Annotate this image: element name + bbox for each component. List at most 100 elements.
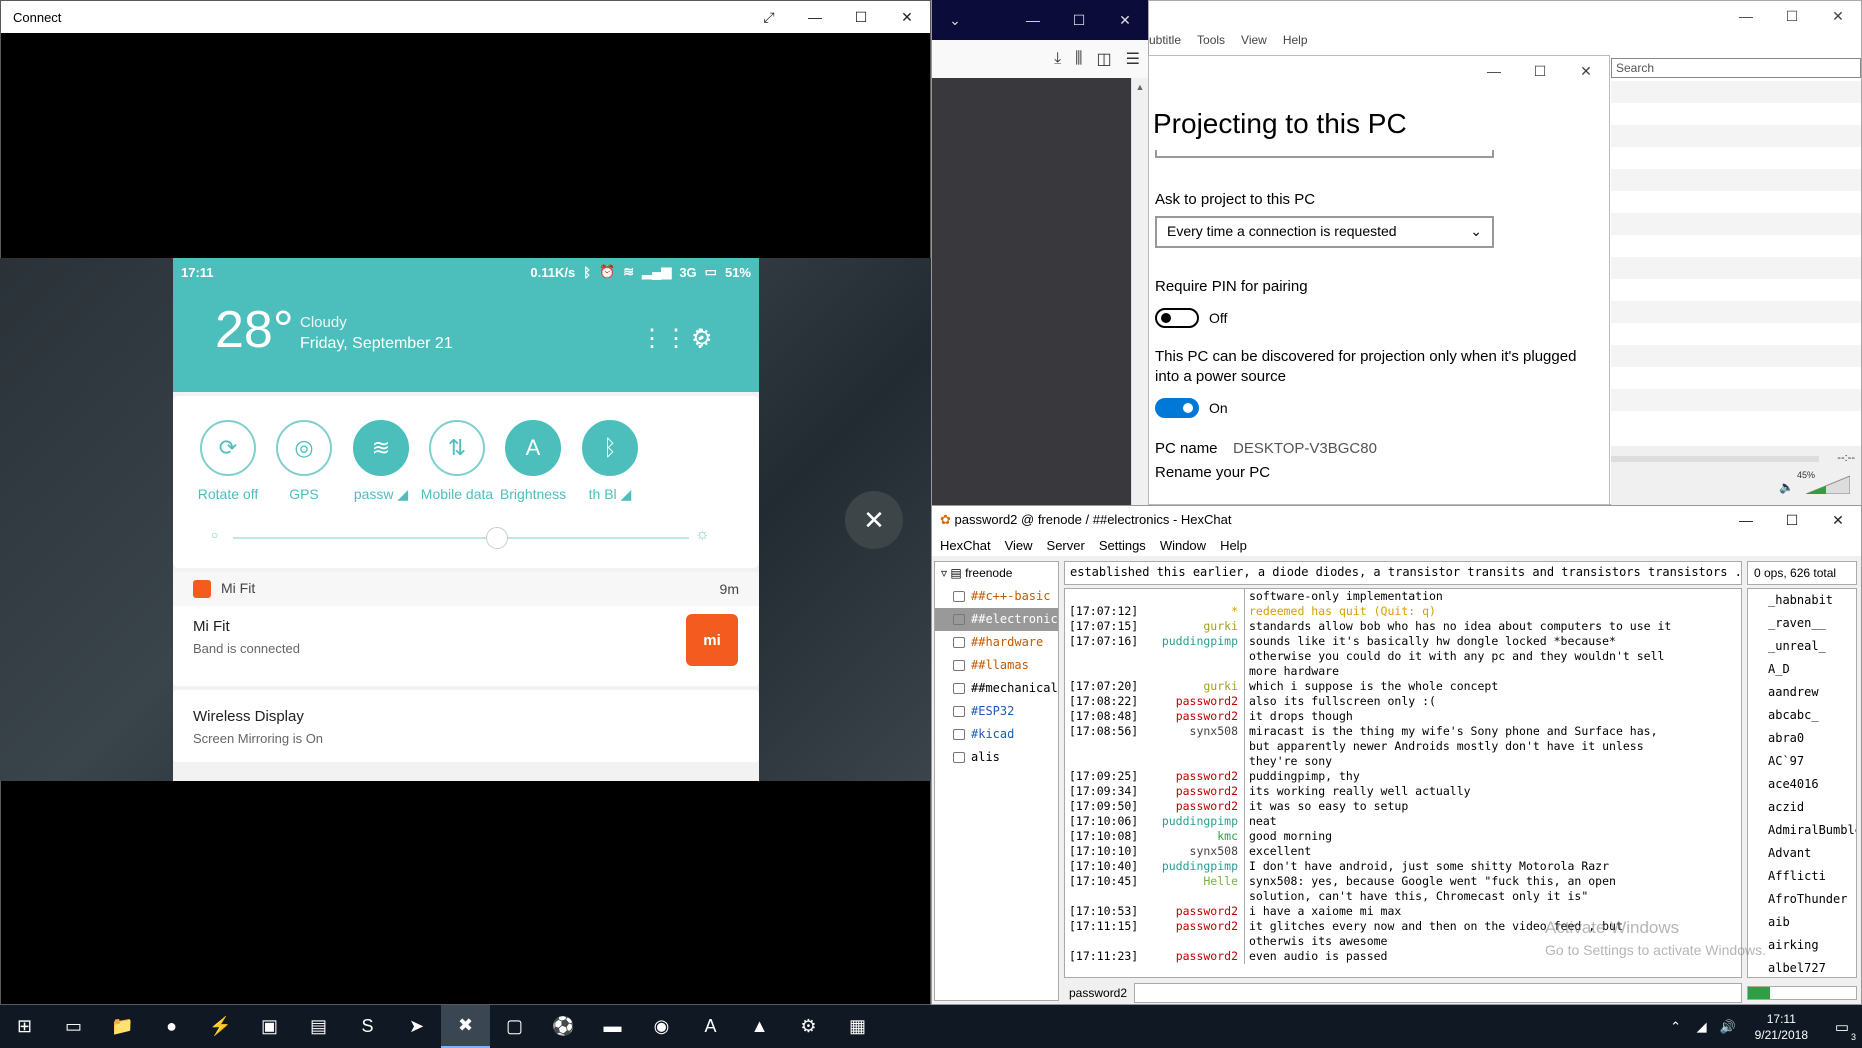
user-item[interactable]: abcabc_ (1748, 704, 1856, 727)
chat-nick[interactable] (1135, 589, 1245, 604)
sketch-icon[interactable]: ⚡ (196, 1005, 245, 1048)
user-item[interactable]: _unreal_ (1748, 635, 1856, 658)
vlc-icon[interactable]: ▲ (735, 1005, 784, 1048)
user-item[interactable]: _habnabit (1748, 589, 1856, 612)
cmd-icon[interactable]: ▬ (588, 1005, 637, 1048)
gear-icon[interactable]: ⚙ (691, 324, 713, 353)
clock[interactable]: 17:11 9/21/2018 (1741, 1011, 1822, 1043)
notification-center-icon[interactable]: ▭ 3 (1822, 1005, 1862, 1048)
remote-desktop-icon[interactable]: ▦ (833, 1005, 882, 1048)
chat-nick[interactable]: Helle (1135, 874, 1245, 889)
connect-app-icon[interactable]: ✖ (441, 1005, 490, 1048)
brightness-slider-track[interactable] (233, 537, 689, 539)
telegram-icon[interactable]: ➤ (392, 1005, 441, 1048)
maximize-button[interactable]: ☐ (838, 1, 884, 33)
channel-item[interactable]: ##llamas (935, 654, 1058, 677)
firefox-icon[interactable]: ● (147, 1005, 196, 1048)
windows-start-icon[interactable]: ⊞ (0, 1005, 49, 1048)
volume-icon[interactable]: 🔊 (1715, 1005, 1741, 1048)
channel-item[interactable]: #kicad (935, 723, 1058, 746)
settings-icon[interactable]: ⚙ (784, 1005, 833, 1048)
expand-icon[interactable]: ⤢ (746, 1, 792, 33)
chat-nick[interactable]: password2 (1135, 784, 1245, 799)
user-item[interactable]: _raven__ (1748, 612, 1856, 635)
playlist-row[interactable] (1611, 147, 1861, 169)
close-button[interactable]: ✕ (884, 1, 930, 33)
ask-dropdown[interactable]: Every time a connection is requested ⌄ (1155, 216, 1494, 248)
playlist-row[interactable] (1611, 257, 1861, 279)
hexchat-menu-item[interactable]: Server (1047, 538, 1085, 553)
archive-icon[interactable]: ▤ (294, 1005, 343, 1048)
phone-screen[interactable]: 17:11 0.11K/s ᛒ ⏰ ≋ ▂▄▆ 3G ▭ 51% 28° Clo… (173, 258, 759, 781)
chat-nick[interactable]: password2 (1135, 769, 1245, 784)
channel-item[interactable]: alis (935, 746, 1058, 769)
chat-nick[interactable]: kmc (1135, 829, 1245, 844)
playlist-row[interactable] (1611, 389, 1861, 411)
channel-item[interactable]: #ESP32 (935, 700, 1058, 723)
task-view-icon[interactable]: ▭ (49, 1005, 98, 1048)
user-item[interactable]: Advant (1748, 842, 1856, 865)
hexchat-menu-item[interactable]: Settings (1099, 538, 1146, 553)
player-menu-item[interactable]: Tools (1197, 33, 1225, 53)
seek-bar[interactable] (1611, 456, 1819, 462)
chat-nick[interactable]: password2 (1135, 949, 1245, 964)
maximize-button[interactable]: ☐ (1517, 56, 1563, 86)
hexchat-menu-item[interactable]: Help (1220, 538, 1247, 553)
library-icon[interactable]: ⫼ (1075, 50, 1082, 68)
chat-nick[interactable] (1135, 649, 1245, 664)
server-node[interactable]: ▿ ▤ freenode (935, 562, 1058, 585)
pin-toggle[interactable] (1155, 308, 1199, 328)
minimize-button[interactable]: — (1723, 1, 1769, 31)
playlist-row[interactable] (1611, 125, 1861, 147)
chat-nick[interactable]: puddingpimp (1135, 634, 1245, 649)
chat-nick[interactable]: gurki (1135, 619, 1245, 634)
network-icon[interactable]: ◢ (1689, 1005, 1715, 1048)
sidebar-icon[interactable]: ◫ (1097, 49, 1112, 69)
chat-nick[interactable]: password2 (1135, 694, 1245, 709)
hexchat-menu-item[interactable]: HexChat (940, 538, 991, 553)
playlist-row[interactable] (1611, 279, 1861, 301)
chat-nick[interactable]: password2 (1135, 919, 1245, 934)
hamburger-menu-icon[interactable]: ☰ (1126, 49, 1140, 69)
message-input[interactable] (1134, 983, 1742, 1003)
user-item[interactable]: albel727 (1748, 957, 1856, 977)
playlist-row[interactable] (1611, 411, 1861, 433)
chat-nick[interactable]: synx508 (1135, 844, 1245, 859)
user-item[interactable]: AdmiralBumble (1748, 819, 1856, 842)
user-item[interactable]: AfroThunder (1748, 888, 1856, 911)
rename-pc-link[interactable]: Rename your PC (1155, 464, 1270, 481)
screen-icon[interactable]: ▣ (245, 1005, 294, 1048)
user-item[interactable]: aczid (1748, 796, 1856, 819)
tab-list-chevron-icon[interactable]: ⌄ (932, 12, 978, 29)
close-button[interactable]: ✕ (1102, 12, 1148, 29)
pdf-icon[interactable]: A (686, 1005, 735, 1048)
playlist-row[interactable] (1611, 191, 1861, 213)
close-button[interactable]: ✕ (1815, 512, 1861, 529)
user-item[interactable]: aandrew (1748, 681, 1856, 704)
topic-bar[interactable]: established this earlier, a diode diodes… (1064, 561, 1742, 585)
nickname-button[interactable]: password2 (1064, 983, 1134, 1003)
file-explorer-icon[interactable]: 📁 (98, 1005, 147, 1048)
user-item[interactable]: ace4016 (1748, 773, 1856, 796)
player-menu-item[interactable]: View (1241, 33, 1267, 53)
player-menu-item[interactable]: Help (1283, 33, 1308, 53)
maximize-button[interactable]: ☐ (1769, 1, 1815, 31)
channel-item[interactable]: ##c++-basic (935, 585, 1058, 608)
playlist-row[interactable] (1611, 323, 1861, 345)
playlist-row[interactable] (1611, 235, 1861, 257)
hexchat-menu-item[interactable]: View (1005, 538, 1033, 553)
playlist-row[interactable] (1611, 81, 1861, 103)
close-mirror-button[interactable]: ✕ (845, 491, 903, 549)
minimize-button[interactable]: — (792, 1, 838, 33)
hexchat-menu-item[interactable]: Window (1160, 538, 1206, 553)
chat-nick[interactable] (1135, 664, 1245, 679)
collapse-icon[interactable]: ▿ (941, 566, 947, 580)
playlist-row[interactable] (1611, 103, 1861, 125)
power-toggle[interactable] (1155, 398, 1199, 418)
chat-nick[interactable]: password2 (1135, 709, 1245, 724)
user-item[interactable]: AC`97 (1748, 750, 1856, 773)
notification-wireless-display[interactable]: Wireless Display Screen Mirroring is On (173, 690, 759, 762)
chat-nick[interactable]: password2 (1135, 904, 1245, 919)
player-search-input[interactable]: Search (1611, 58, 1861, 78)
chat-nick[interactable]: puddingpimp (1135, 814, 1245, 829)
